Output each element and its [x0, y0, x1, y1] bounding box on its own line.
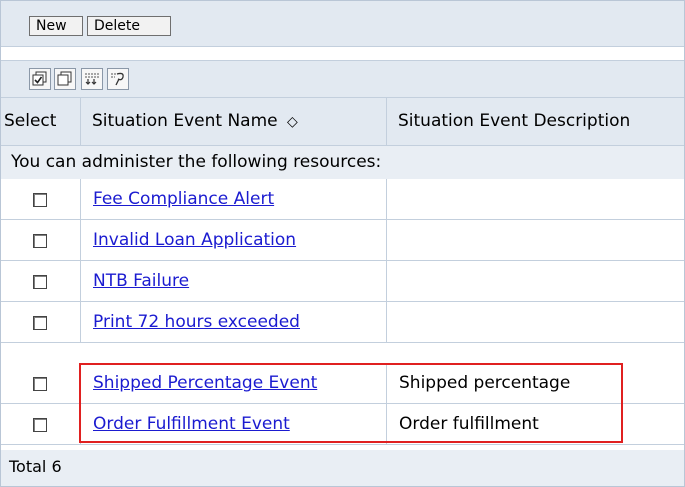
show-filter-icon[interactable]	[81, 68, 103, 90]
event-name-link[interactable]: Invalid Loan Application	[93, 230, 296, 250]
row-select-checkbox[interactable]	[33, 316, 47, 330]
column-divider	[80, 179, 81, 219]
table-row: Order Fulfillment Event Order fulfillmen…	[1, 404, 684, 445]
row-select-checkbox[interactable]	[33, 275, 47, 289]
table-row: Fee Compliance Alert	[1, 179, 684, 220]
table-row: Shipped Percentage Event Shipped percent…	[1, 363, 684, 404]
select-all-icon[interactable]	[29, 68, 51, 90]
new-button[interactable]: New	[29, 16, 83, 36]
column-header-select: Select	[4, 111, 57, 131]
column-divider	[386, 98, 387, 145]
column-divider	[80, 363, 81, 403]
table-row: Invalid Loan Application	[1, 220, 684, 261]
column-divider	[80, 302, 81, 342]
sort-icon[interactable]: ◇	[287, 114, 298, 130]
column-divider	[80, 261, 81, 301]
delete-button[interactable]: Delete	[87, 16, 171, 36]
column-header-description: Situation Event Description	[398, 111, 631, 131]
column-divider	[386, 220, 387, 260]
clear-filter-icon[interactable]	[107, 68, 129, 90]
info-message-row: You can administer the following resourc…	[1, 146, 684, 180]
event-name-link[interactable]: Fee Compliance Alert	[93, 189, 274, 209]
info-message: You can administer the following resourc…	[11, 152, 382, 172]
table-row: Print 72 hours exceeded	[1, 302, 684, 343]
event-name-link[interactable]: Print 72 hours exceeded	[93, 312, 300, 332]
column-header-name[interactable]: Situation Event Name ◇	[92, 98, 298, 145]
row-select-checkbox[interactable]	[33, 193, 47, 207]
column-header-name-label: Situation Event Name	[92, 111, 278, 131]
event-description: Shipped percentage	[399, 373, 571, 393]
deselect-all-icon[interactable]	[54, 68, 76, 90]
table-row: NTB Failure	[1, 261, 684, 302]
column-divider	[386, 363, 387, 403]
table-header-row: Select Situation Event Name ◇ Situation …	[1, 98, 684, 146]
column-divider	[80, 220, 81, 260]
column-divider	[80, 98, 81, 145]
table-toolbar	[1, 60, 684, 98]
button-bar: New Delete	[1, 1, 684, 47]
total-count: Total 6	[9, 457, 62, 476]
column-divider	[80, 404, 81, 444]
event-description: Order fulfillment	[399, 414, 539, 434]
column-divider	[386, 179, 387, 219]
situation-events-table-panel: New Delete Select Situation Event Name ◇…	[0, 0, 685, 487]
event-name-link[interactable]: Order Fulfillment Event	[93, 414, 290, 434]
event-name-link[interactable]: Shipped Percentage Event	[93, 373, 317, 393]
column-divider	[386, 261, 387, 301]
column-divider	[386, 404, 387, 444]
table-footer: Total 6	[1, 450, 684, 486]
event-name-link[interactable]: NTB Failure	[93, 271, 189, 291]
row-select-checkbox[interactable]	[33, 234, 47, 248]
row-select-checkbox[interactable]	[33, 418, 47, 432]
column-divider	[386, 302, 387, 342]
row-select-checkbox[interactable]	[33, 377, 47, 391]
